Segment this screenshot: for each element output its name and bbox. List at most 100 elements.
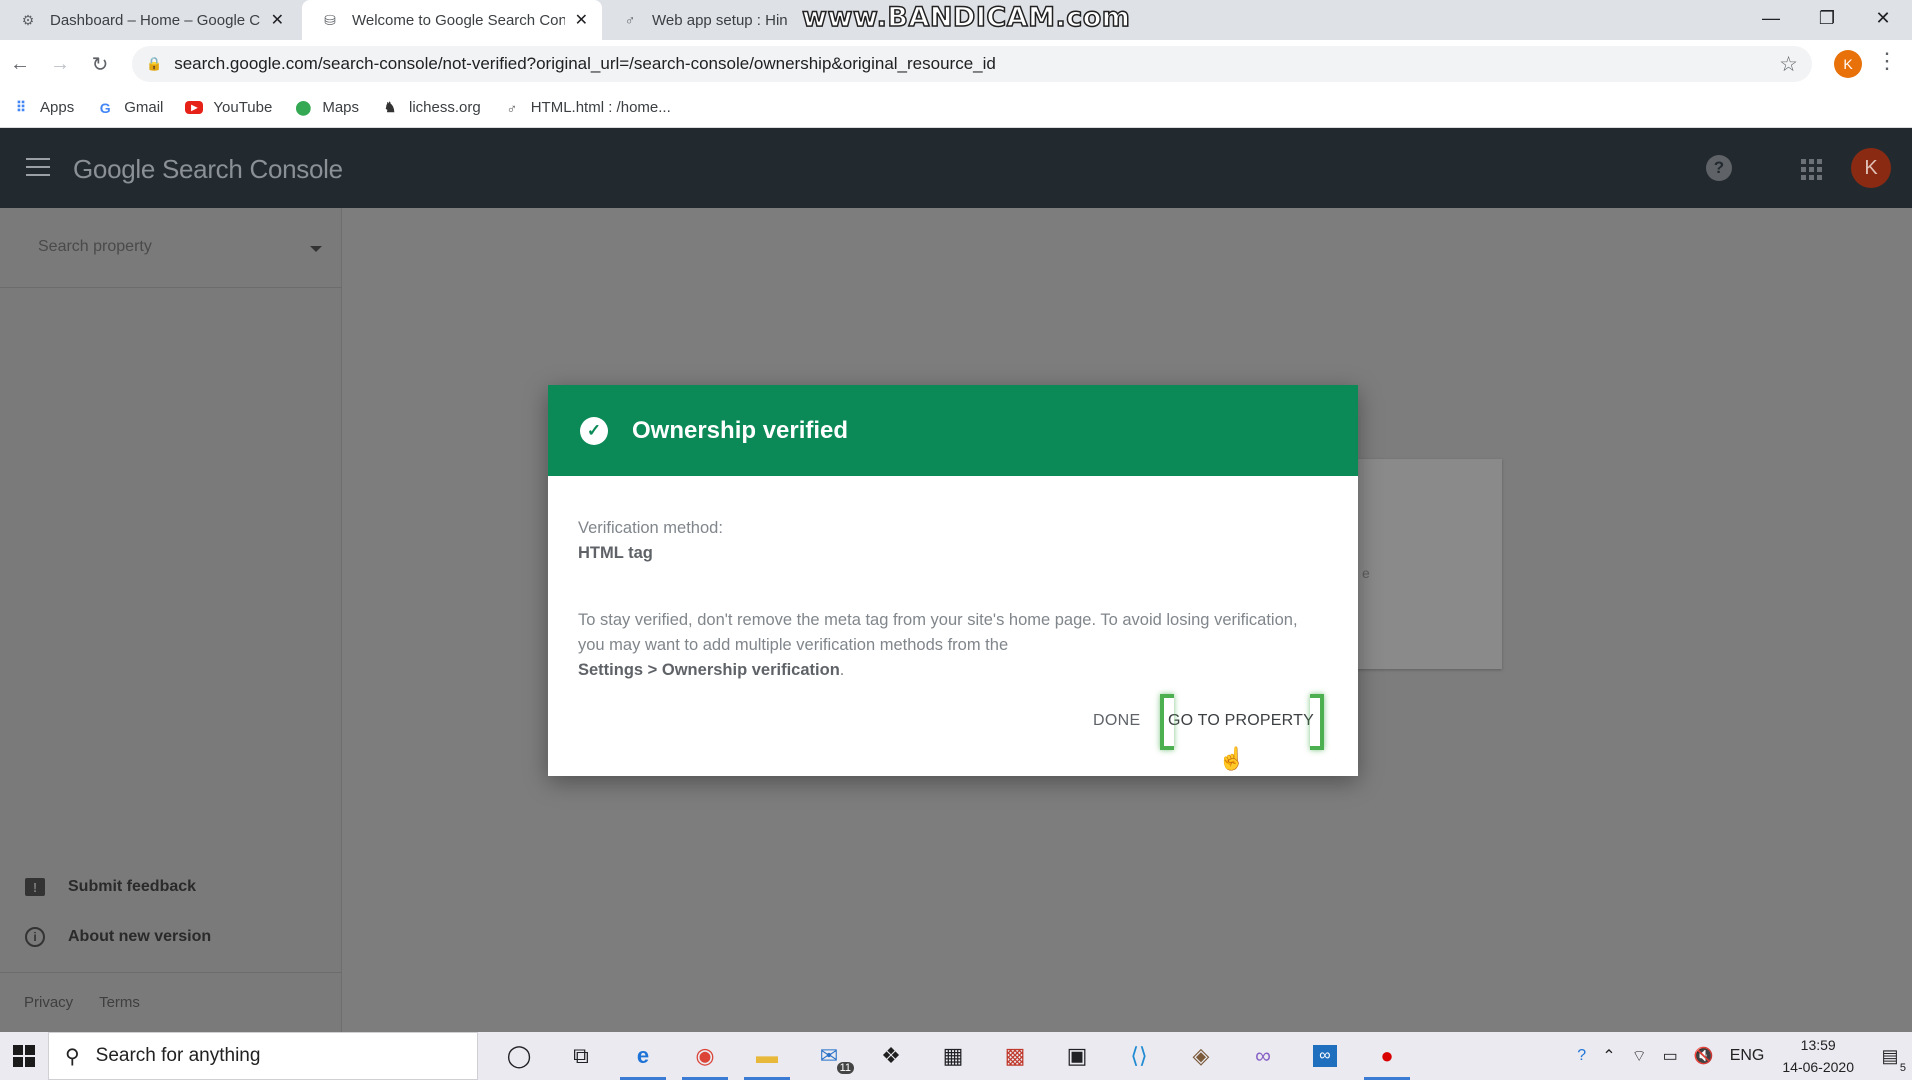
verification-description: To stay verified, don't remove the meta … bbox=[578, 608, 1318, 683]
lock-icon: 🔒 bbox=[146, 56, 163, 71]
address-bar[interactable]: 🔒 search.google.com/search-console/not-v… bbox=[132, 46, 1812, 82]
vscode-icon[interactable]: ⟨⟩ bbox=[1108, 1032, 1170, 1080]
file-explorer-icon[interactable]: ▬ bbox=[736, 1032, 798, 1080]
submit-feedback-label: Submit feedback bbox=[68, 878, 197, 895]
mouse-cursor-icon: ☝ bbox=[1218, 746, 1246, 771]
package-icon[interactable]: ◈ bbox=[1170, 1032, 1232, 1080]
more-menu-icon[interactable]: ⋮ bbox=[1876, 48, 1898, 74]
gear-icon: ⚙ bbox=[21, 11, 35, 28]
bandicam-watermark: www.BANDICAM.com bbox=[801, 1, 1131, 34]
back-arrow-icon[interactable]: ← bbox=[6, 50, 34, 78]
bookmark-apps[interactable]: ⠿ Apps bbox=[12, 99, 74, 117]
bookmark-lichess[interactable]: ♞ lichess.org bbox=[381, 99, 481, 117]
taskbar-search-placeholder: Search for anything bbox=[95, 1045, 261, 1066]
search-console-icon: ⛁ bbox=[324, 11, 336, 28]
browser-toolbar: ← → ↻ 🔒 search.google.com/search-console… bbox=[0, 40, 1912, 88]
dialog-header: ✓ Ownership verified bbox=[548, 385, 1358, 476]
language-indicator[interactable]: ENG bbox=[1730, 1047, 1765, 1065]
bookmarks-bar: ⠿ Apps G Gmail ▶ YouTube ⬤ Maps ♞ liches… bbox=[0, 88, 1912, 128]
reload-icon[interactable]: ↻ bbox=[86, 50, 114, 78]
google-apps-icon[interactable] bbox=[1801, 159, 1822, 180]
description-suffix: . bbox=[839, 661, 845, 679]
tab-dashboard[interactable]: ⚙ Dashboard – Home – Google Clo ✕ bbox=[0, 0, 298, 40]
account-avatar[interactable]: K bbox=[1851, 148, 1891, 188]
legal-links: Privacy Terms bbox=[24, 994, 162, 1011]
dropbox-icon[interactable]: ❖ bbox=[860, 1032, 922, 1080]
youtube-icon: ▶ bbox=[185, 101, 204, 114]
mail-icon[interactable]: ✉ 11 bbox=[798, 1032, 860, 1080]
snipping-tool-icon[interactable]: ▣ bbox=[1046, 1032, 1108, 1080]
submit-feedback-link[interactable]: ! Submit feedback bbox=[24, 876, 196, 898]
edge-icon[interactable]: e bbox=[612, 1032, 674, 1080]
volume-muted-icon[interactable]: 🔇 bbox=[1694, 1046, 1714, 1066]
highlight-bracket-left bbox=[1160, 694, 1174, 750]
privacy-link[interactable]: Privacy bbox=[24, 994, 73, 1011]
highlight-bracket-right bbox=[1310, 694, 1324, 750]
property-search-placeholder: Search property bbox=[38, 238, 152, 255]
charts-app-icon[interactable]: ▩ bbox=[984, 1032, 1046, 1080]
notifications-icon[interactable]: ▤ 5 bbox=[1868, 1032, 1912, 1080]
settings-path: Settings > Ownership verification bbox=[578, 661, 840, 679]
bookmark-maps[interactable]: ⬤ Maps bbox=[294, 99, 359, 117]
restore-icon[interactable]: ❐ bbox=[1800, 0, 1854, 36]
verification-method-value: HTML tag bbox=[578, 544, 653, 562]
battery-icon[interactable]: ▭ bbox=[1663, 1046, 1678, 1066]
bookmark-label: Maps bbox=[322, 99, 360, 116]
search-icon: ⚲ bbox=[65, 1045, 80, 1068]
wifi-icon[interactable]: ⌔ bbox=[1632, 1046, 1647, 1066]
close-tab-icon[interactable]: ✕ bbox=[575, 10, 588, 30]
minimize-icon[interactable]: — bbox=[1744, 0, 1798, 36]
help-tray-icon[interactable]: ? bbox=[1577, 1047, 1586, 1065]
close-window-icon[interactable]: ✕ bbox=[1856, 0, 1910, 36]
check-circle-icon: ✓ bbox=[580, 416, 608, 445]
star-icon[interactable]: ☆ bbox=[1779, 52, 1798, 77]
file-icon: ♂ bbox=[506, 99, 517, 116]
calculator-icon[interactable]: ▦ bbox=[922, 1032, 984, 1080]
connect-app-icon[interactable]: ∞ bbox=[1294, 1032, 1356, 1080]
url-text: search.google.com/search-console/not-ver… bbox=[174, 54, 996, 73]
browser-profile-avatar[interactable]: K bbox=[1834, 50, 1862, 78]
chevron-up-icon[interactable]: ⌃ bbox=[1602, 1046, 1615, 1066]
close-tab-icon[interactable]: ✕ bbox=[271, 10, 284, 30]
tab-title: Web app setup : HinKan bbox=[652, 11, 788, 29]
system-tray: ? ⌃ ⌔ ▭ 🔇 ENG 13:59 14-06-2020 ▤ 5 bbox=[1569, 1032, 1912, 1080]
lichess-icon: ♞ bbox=[383, 99, 397, 115]
clock[interactable]: 13:59 14-06-2020 bbox=[1782, 1034, 1854, 1078]
bookmark-label: YouTube bbox=[213, 99, 273, 116]
dialog-title: Ownership verified bbox=[632, 416, 849, 444]
cortana-icon[interactable]: ◯ bbox=[488, 1032, 550, 1080]
windows-taskbar: ⚲ Search for anything ◯ ⧉ e ◉ ▬ ✉ 11 ❖ ▦ … bbox=[0, 1032, 1912, 1080]
bandicam-record-icon[interactable]: ● bbox=[1356, 1032, 1418, 1080]
windows-start-button[interactable] bbox=[0, 1032, 48, 1080]
property-selector[interactable]: Search property bbox=[0, 208, 342, 288]
bookmark-gmail[interactable]: G Gmail bbox=[96, 99, 164, 117]
task-view-icon[interactable]: ⧉ bbox=[550, 1032, 612, 1080]
info-icon: i bbox=[25, 927, 45, 947]
tab-web-app-setup[interactable]: ♂ Web app setup : HinKan bbox=[602, 0, 802, 40]
done-button[interactable]: DONE bbox=[1093, 712, 1140, 730]
bookmark-label: Apps bbox=[40, 99, 75, 116]
bookmark-label: HTML.html : /home... bbox=[530, 99, 671, 116]
go-to-property-button[interactable]: GO TO PROPERTY bbox=[1161, 701, 1321, 741]
sidebar: Search property ! Submit feedback i Abou… bbox=[0, 208, 342, 1032]
help-icon[interactable]: ? bbox=[1706, 155, 1732, 181]
terms-link[interactable]: Terms bbox=[99, 994, 140, 1011]
visual-studio-icon[interactable]: ∞ bbox=[1232, 1032, 1294, 1080]
about-new-version-link[interactable]: i About new version bbox=[24, 926, 211, 948]
forward-arrow-icon[interactable]: → bbox=[46, 50, 74, 78]
ownership-verified-dialog: ✓ Ownership verified Verification method… bbox=[548, 385, 1358, 776]
info-icon-wrap: i bbox=[24, 926, 46, 948]
browser-tab-strip: ⚙ Dashboard – Home – Google Clo ✕ ⛁ Welc… bbox=[0, 0, 1912, 40]
menu-icon[interactable] bbox=[26, 158, 50, 176]
maps-pin-icon: ⬤ bbox=[295, 99, 312, 115]
bookmark-html-file[interactable]: ♂ HTML.html : /home... bbox=[503, 99, 671, 117]
feedback-icon-wrap: ! bbox=[24, 876, 46, 898]
tab-title: Dashboard – Home – Google Clo bbox=[50, 11, 261, 29]
chrome-icon[interactable]: ◉ bbox=[674, 1032, 736, 1080]
notification-count: 5 bbox=[1899, 1062, 1906, 1074]
description-text: To stay verified, don't remove the meta … bbox=[578, 611, 1298, 654]
taskbar-search-box[interactable]: ⚲ Search for anything bbox=[48, 1032, 478, 1080]
bookmark-youtube[interactable]: ▶ YouTube bbox=[185, 99, 272, 116]
app-logo: Google Search Console bbox=[73, 154, 343, 184]
tab-search-console[interactable]: ⛁ Welcome to Google Search Cons ✕ bbox=[302, 0, 602, 40]
